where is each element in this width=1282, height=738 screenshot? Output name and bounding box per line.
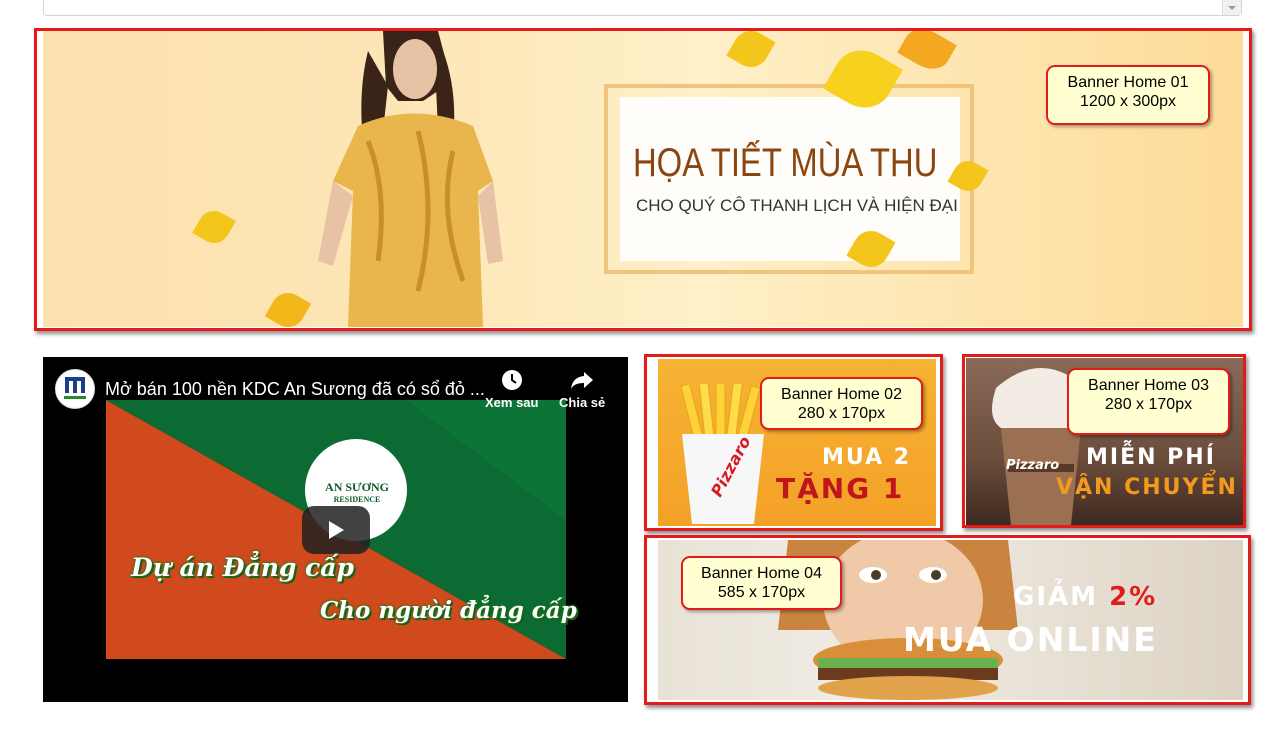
video-title[interactable]: Mở bán 100 nền KDC An Sương đã có sổ đỏ … <box>105 379 485 400</box>
banner-title: HỌA TIẾT MÙA THU <box>633 141 938 185</box>
share-icon <box>559 369 605 393</box>
channel-avatar[interactable] <box>55 369 95 409</box>
channel-logo-icon <box>64 377 86 399</box>
chevron-down-icon[interactable] <box>1222 0 1241 15</box>
banner-size: 585 x 170px <box>717 584 806 601</box>
discount-label: GIẢM <box>1013 582 1099 612</box>
promo-line-1: MIỄN PHÍ <box>1086 445 1216 470</box>
maple-leaf-icon <box>192 205 236 249</box>
banner-subtitle: CHO QUÝ CÔ THANH LỊCH VÀ HIỆN ĐẠI <box>636 196 958 215</box>
video-overlay-text-2: Cho người đẳng cấp <box>320 597 577 624</box>
maple-leaf-icon <box>726 31 776 74</box>
maple-leaf-icon <box>897 31 957 77</box>
model-photo <box>318 31 503 327</box>
banner-name: Banner Home 03 <box>1088 377 1209 394</box>
banner-size: 280 x 170px <box>1104 396 1193 413</box>
promo-line-1: GIẢM 2% <box>1013 582 1157 612</box>
watch-later-button[interactable]: Xem sau <box>485 369 538 410</box>
banner-size: 1200 x 300px <box>1079 93 1177 110</box>
banner-size: 280 x 170px <box>797 405 886 422</box>
milkshake-brand: Pizzaro <box>1006 458 1060 473</box>
clock-icon <box>485 369 538 393</box>
logo-name: AN SƯƠNG <box>325 480 389 494</box>
share-button[interactable]: Chia sẻ <box>559 369 605 410</box>
banner-name: Banner Home 01 <box>1067 74 1189 91</box>
fries-box-image <box>680 384 764 524</box>
banner-name: Banner Home 04 <box>701 565 822 582</box>
banner-home-01-label: Banner Home 01 1200 x 300px <box>1046 65 1210 125</box>
top-select[interactable] <box>43 0 1242 16</box>
banner-name: Banner Home 02 <box>781 386 902 403</box>
promo-line-2: TẶNG 1 <box>776 472 905 505</box>
play-button[interactable] <box>302 506 370 554</box>
promo-line-2: VẬN CHUYỂN <box>1056 475 1238 500</box>
banner-home-02-label: Banner Home 02 280 x 170px <box>760 377 923 430</box>
promo-line-2: MUA ONLINE <box>903 620 1158 659</box>
banner-home-03-label: Banner Home 03 280 x 170px <box>1067 368 1230 435</box>
banner-home-04-label: Banner Home 04 585 x 170px <box>681 556 842 610</box>
youtube-video-embed[interactable]: AN SƯƠNG RESIDENCE Mở bán 100 nền KDC An… <box>43 357 628 702</box>
video-overlay-text-1: Dự án Đẳng cấp <box>131 553 354 582</box>
logo-sub: RESIDENCE <box>333 495 381 504</box>
promo-line-1: MUA 2 <box>822 445 912 470</box>
discount-value: 2% <box>1109 582 1158 612</box>
share-label: Chia sẻ <box>559 395 606 410</box>
project-logo-text: AN SƯƠNG RESIDENCE <box>317 480 397 504</box>
watch-later-label: Xem sau <box>485 395 539 410</box>
